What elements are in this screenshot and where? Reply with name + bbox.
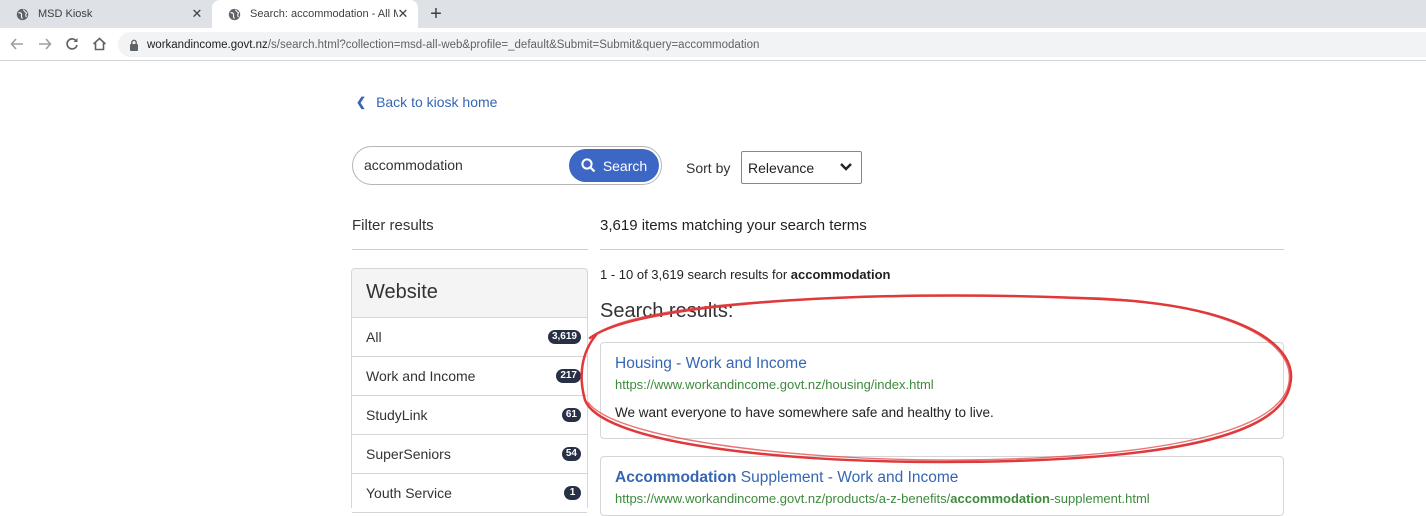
result-url: https://www.workandincome.govt.nz/housin…: [615, 377, 934, 392]
home-icon[interactable]: [90, 35, 108, 53]
facet-item-superseniors[interactable]: SuperSeniors 54: [352, 435, 587, 474]
tab-msd-kiosk[interactable]: MSD Kiosk ✕: [0, 0, 212, 28]
close-tab-icon[interactable]: ✕: [396, 7, 410, 21]
back-link-label: Back to kiosk home: [376, 94, 498, 110]
search-icon: [581, 158, 596, 173]
tab-title: Search: accommodation - All MSD: [250, 8, 398, 20]
facet-title: Website: [352, 269, 587, 318]
facet-item-label: Work and Income: [366, 368, 476, 384]
search-button-label: Search: [602, 157, 648, 174]
browser-toolbar: workandincome.govt.nz/s/search.html?coll…: [0, 28, 1426, 61]
forward-arrow-icon[interactable]: [36, 35, 54, 53]
back-arrow-icon[interactable]: [8, 35, 26, 53]
reload-icon[interactable]: [63, 35, 81, 53]
sort-label: Sort by: [686, 160, 731, 176]
search-input[interactable]: [364, 157, 564, 173]
search-button[interactable]: Search: [569, 149, 659, 182]
facet-item-label: StudyLink: [366, 407, 428, 423]
chevron-left-icon: ❮: [356, 95, 367, 109]
tab-search-results[interactable]: Search: accommodation - All MSD ✕: [212, 0, 418, 28]
result-title-link[interactable]: Accommodation Supplement - Work and Inco…: [615, 469, 1269, 487]
facet-item-label: Youth Service: [366, 485, 452, 501]
count-badge: 1: [564, 486, 581, 500]
back-to-kiosk-link[interactable]: ❮ Back to kiosk home: [356, 94, 497, 110]
tab-strip: MSD Kiosk ✕ Search: accommodation - All …: [0, 0, 1426, 28]
facet-item-youth-service[interactable]: Youth Service 1: [352, 474, 587, 513]
globe-icon: [228, 8, 241, 20]
divider: [352, 249, 588, 250]
facet-item-label: All: [366, 329, 382, 345]
count-badge: 3,619: [547, 330, 581, 344]
new-tab-button[interactable]: +: [426, 3, 446, 25]
result-description: We want everyone to have somewhere safe …: [615, 405, 994, 420]
sort-selected-value: Relevance: [748, 159, 815, 176]
facet-item-studylink[interactable]: StudyLink 61: [352, 396, 587, 435]
count-badge: 61: [561, 408, 581, 422]
address-bar[interactable]: workandincome.govt.nz/s/search.html?coll…: [118, 32, 1426, 57]
facet-item-label: SuperSeniors: [366, 446, 451, 462]
results-range: 1 - 10 of 3,619 search results for accom…: [600, 267, 890, 282]
url-path: /s/search.html?collection=msd-all-web&pr…: [267, 38, 760, 51]
search-result-card: Accommodation Supplement - Work and Inco…: [600, 456, 1284, 516]
result-title-highlight: Accommodation: [615, 469, 737, 486]
result-title-rest: Supplement - Work and Income: [736, 469, 959, 486]
chevron-down-icon: [840, 163, 852, 171]
result-title-link[interactable]: Housing - Work and Income: [615, 355, 1269, 373]
results-range-prefix: 1 - 10 of 3,619 search results for: [600, 267, 791, 282]
sort-select[interactable]: Relevance: [741, 151, 862, 184]
page-content: ❮ Back to kiosk home Search Sort by Rele…: [0, 62, 1426, 516]
search-result-card: Housing - Work and Income https://www.wo…: [600, 342, 1284, 439]
lock-icon: [130, 39, 138, 51]
search-box: Search: [352, 146, 662, 185]
facet-item-work-and-income[interactable]: Work and Income 217: [352, 357, 587, 396]
count-badge: 54: [561, 447, 581, 461]
results-range-query: accommodation: [790, 267, 891, 282]
tab-title: MSD Kiosk: [38, 8, 93, 20]
facet-item-all[interactable]: All 3,619: [352, 318, 587, 357]
website-facet: Website All 3,619 Work and Income 217 St…: [351, 268, 588, 513]
match-count-heading: 3,619 items matching your search terms: [600, 217, 867, 234]
filter-results-heading: Filter results: [352, 217, 434, 234]
count-badge: 217: [556, 369, 581, 383]
globe-icon: [16, 8, 29, 20]
search-results-heading: Search results:: [600, 300, 734, 322]
url-host: workandincome.govt.nz: [147, 38, 268, 51]
divider: [600, 249, 1284, 250]
close-tab-icon[interactable]: ✕: [190, 7, 204, 21]
